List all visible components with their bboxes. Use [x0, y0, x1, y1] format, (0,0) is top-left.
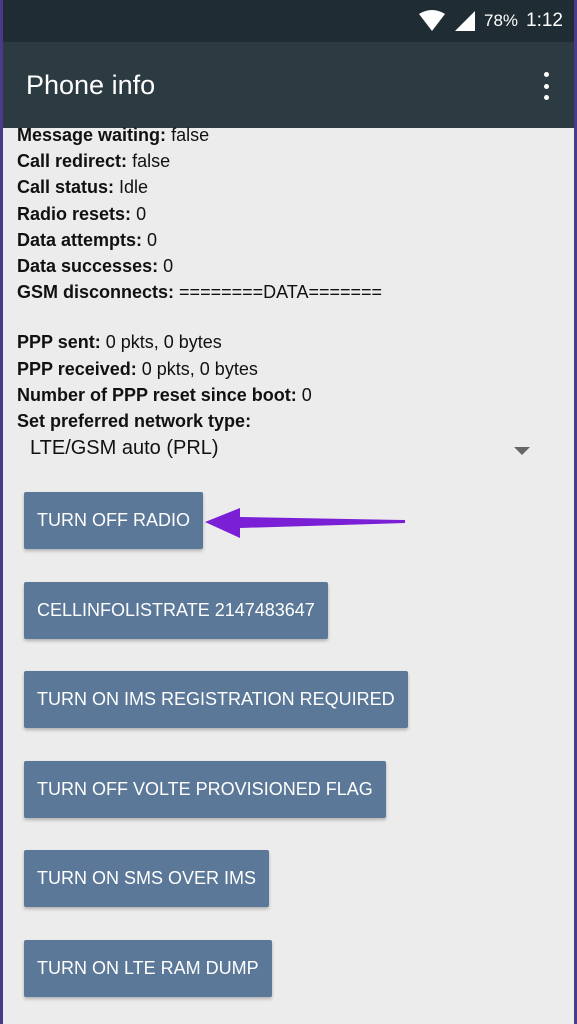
- cellinfolistrate-button[interactable]: CELLINFOLISTRATE 2147483647: [24, 582, 328, 639]
- sms-over-ims-button[interactable]: TURN ON SMS OVER IMS: [24, 850, 270, 907]
- info-row-ppp-reset: Number of PPP reset since boot: 0: [17, 384, 312, 405]
- dropdown-arrow-icon: [514, 447, 530, 455]
- status-bar: 78% 1:12: [0, 0, 577, 42]
- lte-ram-dump-button[interactable]: TURN ON LTE RAM DUMP: [24, 940, 272, 997]
- network-type-selected: LTE/GSM auto (PRL): [30, 437, 219, 459]
- network-type-dropdown[interactable]: LTE/GSM auto (PRL): [30, 437, 540, 467]
- clock: 1:12: [526, 10, 563, 31]
- info-row-call-status: Call status: Idle: [17, 177, 149, 198]
- info-row-preferred-network: Set preferred network type:: [17, 410, 252, 431]
- battery-level: 78%: [483, 11, 519, 30]
- app-bar: Phone info: [0, 42, 577, 128]
- phone-info-list: Message waiting: false Call redirect: fa…: [17, 122, 562, 434]
- wifi-icon: [418, 10, 446, 32]
- info-row-call-redirect: Call redirect: false: [17, 151, 171, 172]
- info-row-message-waiting: Message waiting: false: [17, 125, 210, 145]
- ims-registration-button[interactable]: TURN ON IMS REGISTRATION REQUIRED: [24, 671, 408, 728]
- info-row-data-attempts: Data attempts: 0: [17, 229, 158, 250]
- volte-provisioned-button[interactable]: TURN OFF VOLTE PROVISIONED FLAG: [24, 761, 386, 818]
- info-row-radio-resets: Radio resets: 0: [17, 203, 147, 224]
- info-row-ppp-received: PPP received: 0 pkts, 0 bytes: [17, 358, 258, 379]
- annotation-arrow-icon: [205, 508, 405, 538]
- info-row-gsm-disconnects: GSM disconnects: ========DATA=======: [17, 282, 383, 303]
- turn-off-radio-button[interactable]: TURN OFF RADIO: [24, 492, 203, 549]
- info-row-data-successes: Data successes: 0: [17, 255, 174, 276]
- overflow-menu-icon[interactable]: [541, 72, 551, 100]
- info-row-ppp-sent: PPP sent: 0 pkts, 0 bytes: [17, 332, 222, 353]
- page-title: Phone info: [26, 69, 156, 100]
- signal-icon: [454, 10, 476, 32]
